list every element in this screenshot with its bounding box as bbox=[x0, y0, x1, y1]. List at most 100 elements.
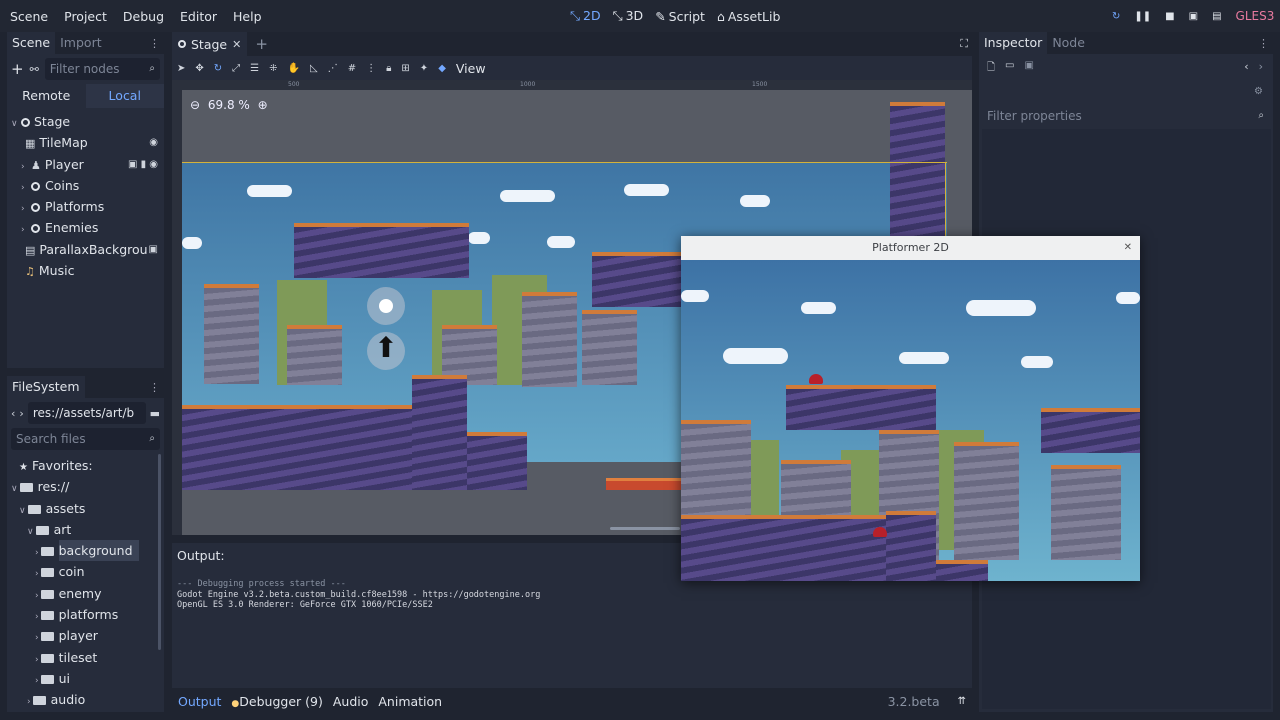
zoom-in-icon[interactable]: ⊕ bbox=[258, 98, 268, 112]
tree-node-enemies[interactable]: › Enemies bbox=[11, 217, 164, 238]
chevron-right-icon[interactable]: › bbox=[1259, 60, 1263, 77]
menu-help[interactable]: Help bbox=[225, 9, 270, 24]
smart-snap-icon[interactable]: ⋰ bbox=[328, 63, 338, 74]
workspace-script[interactable]: ✎ Script bbox=[655, 9, 705, 24]
select-mode-icon[interactable]: ➤ bbox=[177, 63, 185, 74]
remote-button[interactable]: Remote bbox=[7, 84, 86, 108]
view-menu[interactable]: View bbox=[456, 61, 486, 76]
skeleton-icon[interactable]: ✦ bbox=[420, 63, 428, 74]
fs-coin[interactable]: › coin bbox=[11, 561, 164, 582]
tree-node-stage[interactable]: ∨ Stage bbox=[11, 111, 164, 132]
fs-favorites[interactable]: ★ Favorites: bbox=[11, 455, 164, 476]
menu-project[interactable]: Project bbox=[56, 9, 115, 24]
tree-node-music[interactable]: ♫ Music bbox=[11, 260, 164, 281]
workspace-3d[interactable]: ⤡ 3D bbox=[613, 8, 644, 24]
fs-audio[interactable]: › audio bbox=[11, 689, 164, 710]
fs-ui[interactable]: › ui bbox=[11, 668, 164, 689]
chevron-down-icon[interactable]: ∨ bbox=[11, 484, 18, 494]
search-files-input[interactable]: Search files ⌕ bbox=[11, 428, 160, 450]
scene-instance-icon[interactable]: ▣ bbox=[149, 239, 158, 260]
chevron-right-icon[interactable]: › bbox=[35, 548, 39, 558]
chevron-right-icon[interactable]: › bbox=[27, 697, 31, 707]
tab-scene[interactable]: Scene bbox=[7, 32, 56, 54]
tree-node-coins[interactable]: › Coins bbox=[11, 175, 164, 196]
close-icon[interactable]: ✕ bbox=[232, 38, 241, 51]
tree-node-player[interactable]: › ♟ Player ▣ ▮ ◉ bbox=[11, 154, 164, 175]
fs-player[interactable]: › player bbox=[11, 625, 164, 646]
list-select-icon[interactable]: ☰ bbox=[250, 63, 259, 74]
filter-nodes-input[interactable]: Filter nodes ⌕ bbox=[44, 58, 160, 80]
dock-menu-icon[interactable]: ⋮ bbox=[1258, 37, 1269, 50]
fs-enemy[interactable]: › enemy bbox=[11, 583, 164, 604]
fs-background[interactable]: › background bbox=[11, 540, 164, 562]
zoom-level[interactable]: 69.8 % bbox=[208, 98, 250, 112]
ruler-mode-icon[interactable]: ◺ bbox=[310, 63, 318, 74]
fs-art[interactable]: ∨ art bbox=[11, 519, 164, 540]
game-window[interactable]: Platformer 2D ✕ bbox=[681, 236, 1140, 581]
tree-node-tilemap[interactable]: ▦ TileMap ◉ bbox=[11, 132, 164, 153]
chevron-right-icon[interactable]: › bbox=[35, 676, 39, 686]
chevron-right-icon[interactable]: › bbox=[35, 569, 39, 579]
link-icon[interactable]: ⚯ bbox=[30, 63, 39, 76]
filter-properties-input[interactable]: Filter properties ⌕ bbox=[982, 105, 1269, 127]
tab-output[interactable]: Output bbox=[178, 694, 221, 709]
chevron-right-icon[interactable]: › bbox=[35, 633, 39, 643]
visibility-eye-icon[interactable]: ▣ ▮ ◉ bbox=[128, 154, 158, 175]
fs-assets[interactable]: ∨ assets bbox=[11, 498, 164, 519]
move-mode-icon[interactable]: ✥ bbox=[195, 63, 203, 74]
snap-options-icon[interactable]: ⋮ bbox=[366, 63, 376, 74]
local-button[interactable]: Local bbox=[85, 84, 164, 108]
scale-mode-icon[interactable]: ⤢ bbox=[232, 63, 240, 74]
tab-debugger[interactable]: ●Debugger (9) bbox=[231, 694, 322, 709]
tab-animation[interactable]: Animation bbox=[378, 694, 442, 709]
chevron-down-icon[interactable]: ∨ bbox=[27, 527, 34, 537]
pause-icon[interactable]: ❚❚ bbox=[1134, 11, 1151, 22]
object-menu-icon[interactable]: ⚙ bbox=[1254, 86, 1263, 97]
game-viewport[interactable] bbox=[681, 260, 1140, 581]
camera-override-icon[interactable]: ◆ bbox=[438, 63, 446, 74]
renderer-selector[interactable]: GLES3 bbox=[1236, 9, 1275, 23]
menu-scene[interactable]: Scene bbox=[2, 9, 56, 24]
chevron-down-icon[interactable]: ∨ bbox=[19, 506, 26, 516]
pan-mode-icon[interactable]: ✋ bbox=[288, 63, 300, 74]
workspace-2d[interactable]: ⤡ 2D bbox=[570, 8, 601, 24]
group-icon[interactable]: ⊞ bbox=[401, 63, 409, 74]
add-tab-icon[interactable]: + bbox=[255, 35, 268, 53]
fs-tileset[interactable]: › tileset bbox=[11, 647, 164, 668]
add-node-icon[interactable]: + bbox=[11, 60, 24, 78]
grid-snap-icon[interactable]: # bbox=[348, 63, 356, 74]
zoom-out-icon[interactable]: ⊖ bbox=[190, 98, 200, 112]
expand-panel-icon[interactable]: ⇈ bbox=[958, 696, 966, 707]
fs-platforms[interactable]: › platforms bbox=[11, 604, 164, 625]
path-field[interactable]: res://assets/art/b bbox=[27, 402, 146, 424]
tab-stage[interactable]: Stage ✕ bbox=[172, 32, 248, 56]
fs-res[interactable]: ∨ res:// bbox=[11, 476, 164, 497]
tab-inspector[interactable]: Inspector bbox=[979, 32, 1048, 54]
close-icon[interactable]: ✕ bbox=[1124, 236, 1132, 260]
chevron-right-icon[interactable]: › bbox=[35, 655, 39, 665]
dock-menu-icon[interactable]: ⋮ bbox=[149, 37, 160, 50]
rotate-mode-icon[interactable]: ↻ bbox=[214, 63, 222, 74]
menu-debug[interactable]: Debug bbox=[115, 9, 172, 24]
chevron-right-icon[interactable]: › bbox=[35, 591, 39, 601]
split-mode-icon[interactable]: ▬ bbox=[150, 407, 160, 420]
reload-icon[interactable]: ↻ bbox=[1112, 11, 1120, 22]
play-custom-icon[interactable]: ▤ bbox=[1212, 11, 1221, 22]
visibility-eye-icon[interactable]: ◉ bbox=[149, 132, 158, 153]
filesystem-scrollbar[interactable] bbox=[158, 454, 161, 650]
pivot-icon[interactable]: ⁜ bbox=[269, 63, 277, 74]
tree-node-platforms[interactable]: › Platforms bbox=[11, 196, 164, 217]
dock-menu-icon[interactable]: ⋮ bbox=[149, 381, 160, 394]
tab-audio[interactable]: Audio bbox=[333, 694, 369, 709]
tab-node[interactable]: Node bbox=[1047, 32, 1090, 54]
menu-editor[interactable]: Editor bbox=[172, 9, 225, 24]
chevron-right-icon[interactable]: › bbox=[19, 407, 23, 420]
chevron-left-icon[interactable]: ‹ bbox=[1244, 60, 1248, 77]
tree-node-parallax[interactable]: ▤ ParallaxBackgrou ▣ bbox=[11, 239, 164, 260]
chevron-right-icon[interactable]: › bbox=[35, 612, 39, 622]
stop-icon[interactable]: ■ bbox=[1165, 11, 1174, 22]
open-folder-icon[interactable]: ▭ bbox=[1005, 60, 1014, 77]
play-scene-icon[interactable]: ▣ bbox=[1189, 11, 1198, 22]
horizontal-scrollbar[interactable] bbox=[610, 527, 680, 530]
save-icon[interactable]: ▣ bbox=[1025, 60, 1034, 77]
